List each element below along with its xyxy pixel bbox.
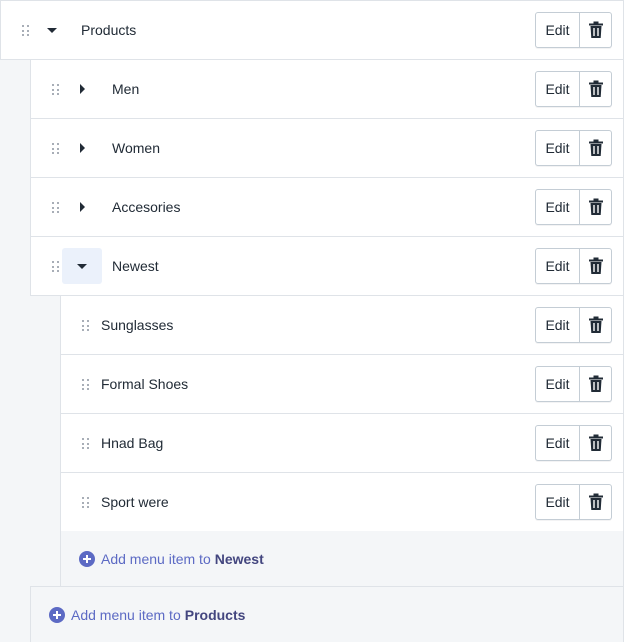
edit-button[interactable]: Edit [535, 130, 580, 166]
menu-item-sport-were: Sport were Edit [60, 472, 624, 532]
menu-item-label: Sport were [101, 494, 169, 510]
trash-icon [588, 493, 603, 510]
edit-button[interactable]: Edit [535, 189, 580, 225]
menu-item-men: Men Edit [30, 59, 624, 119]
menu-item-products: Products Edit [0, 0, 624, 60]
add-menu-item-products-button[interactable]: Add menu item to Products [30, 586, 624, 642]
drag-handle-icon[interactable] [82, 497, 90, 509]
delete-button[interactable] [580, 484, 612, 520]
item-actions: Edit [535, 71, 612, 107]
caret-right-icon [79, 143, 85, 153]
add-label-prefix: Add menu item to [101, 550, 211, 567]
menu-item-label: Accesories [112, 199, 181, 215]
menu-item-newest: Newest Edit [30, 236, 624, 296]
menu-item-label: Hnad Bag [101, 435, 164, 451]
plus-circle-icon [79, 550, 95, 567]
drag-handle-icon[interactable] [22, 25, 30, 37]
item-actions: Edit [535, 189, 612, 225]
caret-down-icon [77, 263, 87, 269]
collapse-toggle[interactable] [62, 130, 102, 166]
delete-button[interactable] [580, 130, 612, 166]
menu-item-label: Newest [112, 258, 159, 274]
expand-toggle[interactable] [32, 12, 72, 48]
trash-icon [588, 139, 603, 156]
delete-button[interactable] [580, 366, 612, 402]
item-actions: Edit [535, 248, 612, 284]
item-actions: Edit [535, 307, 612, 343]
item-actions: Edit [535, 130, 612, 166]
collapse-toggle[interactable] [62, 189, 102, 225]
edit-button[interactable]: Edit [535, 248, 580, 284]
menu-item-label: Formal Shoes [101, 376, 189, 392]
trash-icon [588, 80, 603, 97]
item-actions: Edit [535, 484, 612, 520]
delete-button[interactable] [580, 248, 612, 284]
trash-icon [588, 257, 603, 274]
trash-icon [588, 21, 603, 38]
edit-button[interactable]: Edit [535, 366, 580, 402]
caret-right-icon [79, 202, 85, 212]
item-actions: Edit [535, 425, 612, 461]
add-label-target: Newest [214, 550, 264, 567]
drag-handle-icon[interactable] [52, 84, 60, 96]
menu-tree: Products Edit Men Edit Women Edit Acceso… [0, 0, 624, 642]
menu-item-label: Men [112, 81, 140, 97]
menu-item-formal-shoes: Formal Shoes Edit [60, 354, 624, 414]
drag-handle-icon[interactable] [82, 320, 90, 332]
trash-icon [588, 316, 603, 333]
item-actions: Edit [535, 366, 612, 402]
menu-item-label: Sunglasses [101, 317, 174, 333]
add-label-target: Products [184, 606, 246, 623]
delete-button[interactable] [580, 71, 612, 107]
add-menu-item-newest-button[interactable]: Add menu item to Newest [60, 531, 624, 586]
edit-button[interactable]: Edit [535, 12, 580, 48]
delete-button[interactable] [580, 307, 612, 343]
trash-icon [588, 198, 603, 215]
menu-item-hnad-bag: Hnad Bag Edit [60, 413, 624, 473]
menu-item-label: Women [112, 140, 160, 156]
menu-item-accesories: Accesories Edit [30, 177, 624, 237]
menu-item-women: Women Edit [30, 118, 624, 178]
drag-handle-icon[interactable] [82, 379, 90, 391]
add-label-prefix: Add menu item to [71, 606, 181, 623]
drag-handle-icon[interactable] [52, 202, 60, 214]
trash-icon [588, 434, 603, 451]
edit-button[interactable]: Edit [535, 484, 580, 520]
edit-button[interactable]: Edit [535, 71, 580, 107]
caret-right-icon [79, 84, 85, 94]
edit-button[interactable]: Edit [535, 425, 580, 461]
menu-item-label: Products [81, 22, 137, 38]
collapse-toggle[interactable] [62, 71, 102, 107]
delete-button[interactable] [580, 12, 612, 48]
delete-button[interactable] [580, 189, 612, 225]
delete-button[interactable] [580, 425, 612, 461]
menu-item-sunglasses: Sunglasses Edit [60, 295, 624, 355]
expand-toggle[interactable] [62, 248, 102, 284]
trash-icon [588, 375, 603, 392]
item-actions: Edit [535, 12, 612, 48]
drag-handle-icon[interactable] [52, 143, 60, 155]
edit-button[interactable]: Edit [535, 307, 580, 343]
plus-circle-icon [49, 606, 65, 623]
caret-down-icon [47, 27, 57, 33]
drag-handle-icon[interactable] [82, 438, 90, 450]
drag-handle-icon[interactable] [52, 261, 60, 273]
